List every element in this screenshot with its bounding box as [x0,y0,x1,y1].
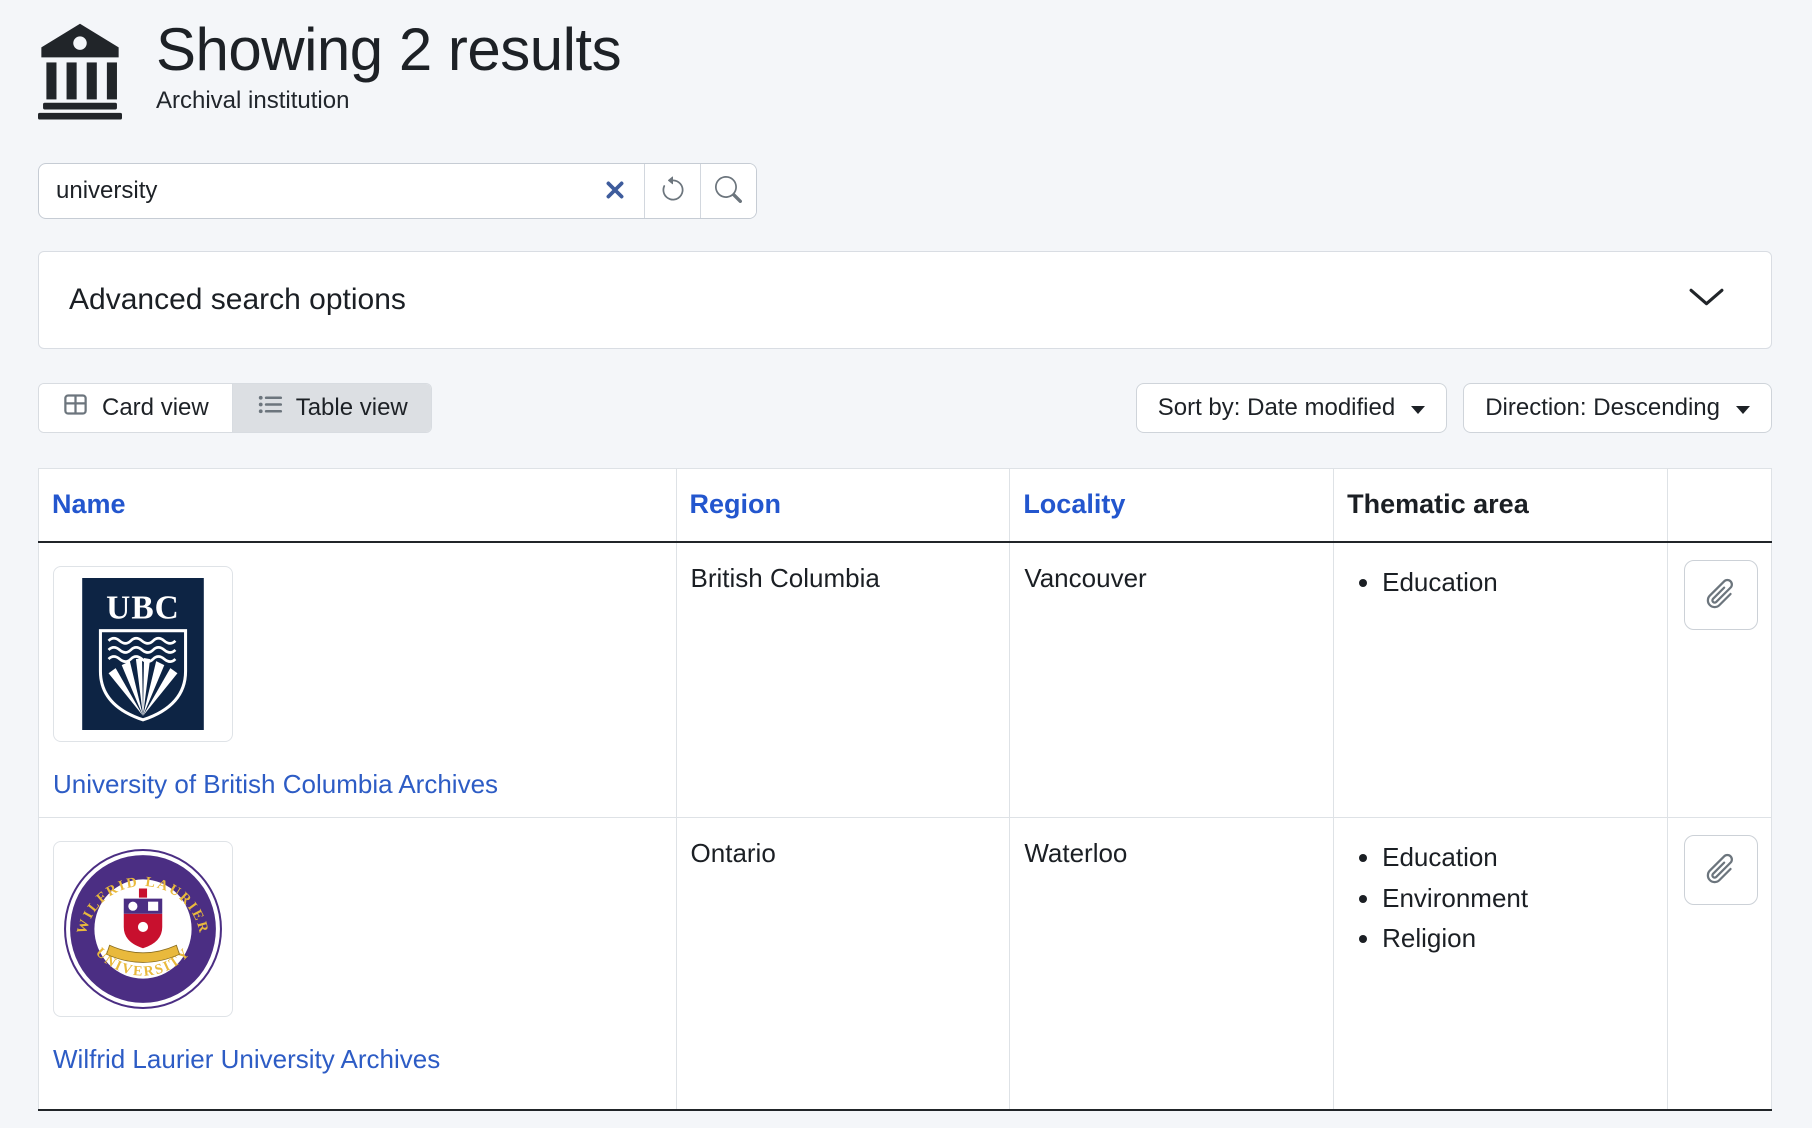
list-icon [256,391,283,425]
card-view-label: Card view [102,394,209,422]
advanced-search-label: Advanced search options [69,283,406,317]
attachments-cell [1667,542,1771,818]
sort-locality-link[interactable]: Locality [1023,489,1125,519]
search-bar [38,163,757,219]
svg-text:UBC: UBC [106,590,180,627]
page-title: Showing 2 results [156,18,621,81]
results-toolbar: Card view Table view Sort by [38,383,1772,433]
theme-item: Education [1382,562,1653,603]
title-block: Showing 2 results Archival institution [156,18,621,115]
locality-cell: Waterloo [1010,818,1334,1110]
results-table: Name Region Locality Thematic area UBC [38,468,1772,1111]
clear-x-icon [604,179,626,204]
region-cell: Ontario [676,818,1010,1110]
thematic-area-cell: Education Environment Religion [1334,818,1668,1110]
search-input-wrap [39,164,644,218]
search-icon [715,176,742,206]
undo-icon [659,176,687,207]
sort-by-label: Sort by: Date modified [1158,394,1395,422]
locality-cell: Vancouver [1010,542,1334,818]
attachment-button[interactable] [1684,835,1758,905]
landmark-icon [38,20,122,125]
sort-name-link[interactable]: Name [52,489,126,519]
direction-label: Direction: Descending [1485,394,1720,422]
column-header-name: Name [39,469,677,543]
caret-down-icon [1736,406,1750,414]
sort-controls: Sort by: Date modified Direction: Descen… [1136,383,1772,433]
card-view-button[interactable]: Card view [39,384,232,432]
region-cell: British Columbia [676,542,1010,818]
column-header-thematic-area: Thematic area [1334,469,1668,543]
search-results-page: Showing 2 results Archival institution [0,0,1812,1111]
attachment-button[interactable] [1684,560,1758,630]
column-header-region: Region [676,469,1010,543]
table-view-label: Table view [296,394,408,422]
caret-down-icon [1411,406,1425,414]
region-value: British Columbia [691,560,996,594]
theme-item: Education [1382,837,1653,878]
table-row: WILFRID LAURIER UNIVERSITY [39,818,1772,1110]
direction-dropdown[interactable]: Direction: Descending [1463,383,1772,433]
search-input[interactable] [39,164,644,218]
theme-list: Education [1348,562,1653,603]
column-header-attachments [1667,469,1771,543]
view-toggle-group: Card view Table view [38,383,432,433]
paperclip-icon [1703,851,1739,890]
region-value: Ontario [691,835,996,869]
theme-list: Education Environment Religion [1348,837,1653,959]
theme-item: Religion [1382,918,1653,959]
wilfrid-laurier-seal-logo[interactable]: WILFRID LAURIER UNIVERSITY [53,841,233,1017]
theme-item: Environment [1382,878,1653,919]
table-row: UBC University o [39,542,1772,818]
page-header: Showing 2 results Archival institution [38,18,1772,125]
locality-value: Waterloo [1024,835,1319,869]
grid-icon [62,391,89,425]
name-cell: WILFRID LAURIER UNIVERSITY [39,818,677,1110]
column-header-locality: Locality [1010,469,1334,543]
sort-by-dropdown[interactable]: Sort by: Date modified [1136,383,1447,433]
ubc-crest-logo[interactable]: UBC [53,566,233,742]
attachments-cell [1667,818,1771,1110]
table-view-button[interactable]: Table view [232,384,431,432]
name-cell: UBC University o [39,542,677,818]
advanced-search-toggle[interactable]: Advanced search options [38,251,1772,349]
table-header-row: Name Region Locality Thematic area [39,469,1772,543]
thematic-area-cell: Education [1334,542,1668,818]
reset-search-button[interactable] [644,164,700,218]
page-subtitle: Archival institution [156,87,621,115]
paperclip-icon [1703,576,1739,615]
locality-value: Vancouver [1024,560,1319,594]
submit-search-button[interactable] [700,164,756,218]
result-name-link[interactable]: Wilfrid Laurier University Archives [53,1044,440,1074]
result-name-link[interactable]: University of British Columbia Archives [53,769,498,799]
clear-search-button[interactable] [596,172,634,210]
chevron-down-icon [1688,287,1725,313]
sort-region-link[interactable]: Region [690,489,782,519]
